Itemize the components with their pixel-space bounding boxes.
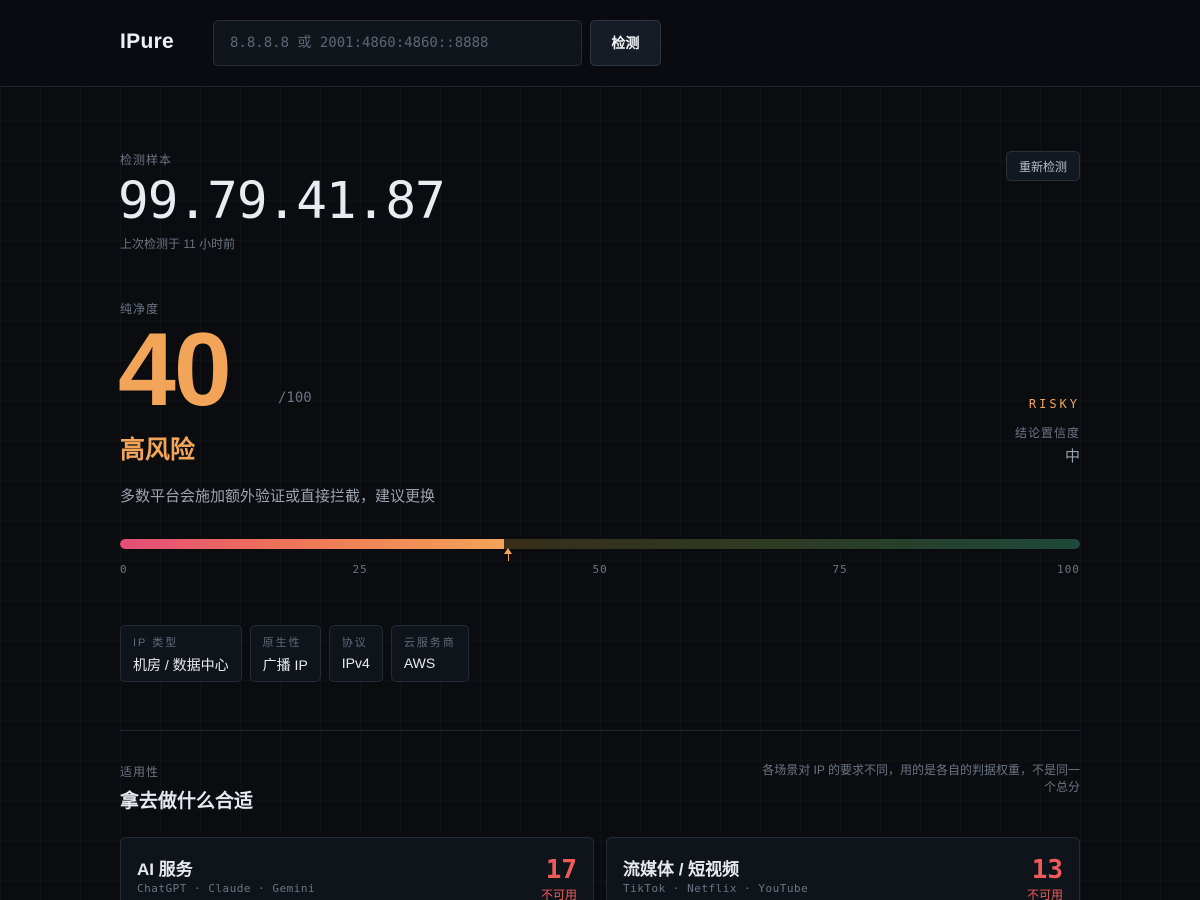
tick-label: 25 — [352, 563, 368, 576]
chip-label: 协议 — [341, 637, 368, 649]
chip-value: AWS — [403, 655, 436, 671]
logo[interactable]: IPure — [120, 30, 174, 54]
applicability-title: 拿去做什么合适 — [120, 791, 254, 812]
risk-level: 高风险 — [120, 436, 196, 464]
chip-nativity: 原生性 广播 IP — [249, 625, 321, 682]
tick-label: 100 — [1057, 563, 1080, 576]
chip-protocol: 协议 IPv4 — [328, 625, 383, 682]
chip-label: 云服务商 — [403, 637, 456, 649]
confidence-label: 结论置信度 — [1014, 426, 1080, 440]
top-bar: IPure 检测 — [0, 0, 1200, 87]
chip-ip-type: IP 类型 机房 / 数据中心 — [120, 625, 242, 682]
section-divider — [120, 730, 1080, 731]
card-score: 13 — [1031, 855, 1063, 885]
tick-label: 50 — [592, 563, 608, 576]
card-title: AI 服务 — [137, 860, 193, 879]
last-checked-text: 上次检测于 11 小时前 — [120, 237, 236, 251]
chip-value: IPv4 — [341, 655, 370, 671]
purity-score: 40 — [118, 312, 232, 428]
applicability-label: 适用性 — [120, 765, 160, 779]
attribute-chips: IP 类型 机房 / 数据中心 原生性 广播 IP 协议 IPv4 云服务商 A… — [120, 625, 469, 682]
scenario-card-streaming[interactable]: 流媒体 / 短视频 TikTok · Netflix · YouTube 13 … — [606, 837, 1080, 900]
chip-label: IP 类型 — [133, 637, 179, 649]
purity-bar-rest — [504, 539, 1080, 549]
card-title: 流媒体 / 短视频 — [623, 860, 740, 879]
confidence-value: 中 — [1064, 448, 1080, 465]
tick-label: 0 — [120, 563, 128, 576]
score-max: /100 — [278, 390, 312, 406]
purity-bar-fill — [120, 539, 504, 549]
ip-address: 99.79.41.87 — [118, 172, 446, 231]
card-subtitle: ChatGPT · Claude · Gemini — [137, 882, 316, 895]
card-score: 17 — [545, 855, 577, 885]
card-subtitle: TikTok · Netflix · YouTube — [623, 882, 809, 895]
card-status: 不可用 — [1026, 888, 1063, 900]
sample-label: 检测样本 — [120, 153, 173, 167]
purity-bar — [120, 539, 1080, 549]
applicability-note: 各场景对 IP 的要求不同，用的是各自的判据权重，不是同一个总分 — [762, 763, 1080, 794]
recheck-button[interactable]: 重新检测 — [1006, 151, 1080, 181]
card-status: 不可用 — [540, 888, 577, 900]
ip-search-input[interactable] — [213, 20, 582, 66]
risk-tag: RISKY — [1028, 397, 1080, 411]
chip-label: 原生性 — [262, 637, 302, 649]
detect-button[interactable]: 检测 — [590, 20, 661, 66]
score-marker-stem — [508, 553, 509, 561]
chip-value: 广播 IP — [262, 657, 308, 673]
risk-description: 多数平台会施加额外验证或直接拦截，建议更换 — [120, 488, 436, 505]
chip-value: 机房 / 数据中心 — [133, 657, 229, 673]
tick-label: 75 — [832, 563, 848, 576]
chip-cloud-provider: 云服务商 AWS — [390, 625, 469, 682]
scenario-card-ai[interactable]: AI 服务 ChatGPT · Claude · Gemini 17 不可用 — [120, 837, 594, 900]
